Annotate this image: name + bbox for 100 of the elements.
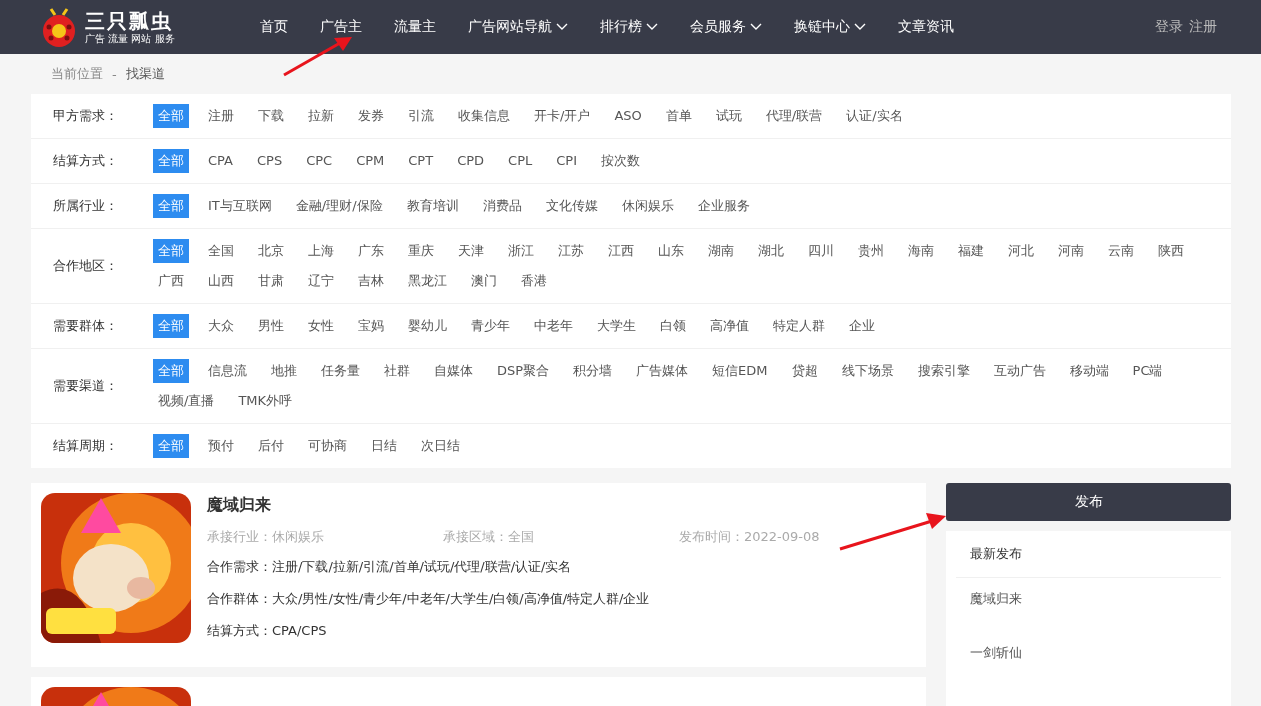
filter-option[interactable]: CPL bbox=[503, 149, 538, 173]
filter-option[interactable]: 高净值 bbox=[705, 314, 754, 338]
logo-text[interactable]: 三只瓢虫 bbox=[85, 9, 175, 32]
filter-option[interactable]: 引流 bbox=[403, 104, 439, 128]
filter-option[interactable]: 文化传媒 bbox=[540, 194, 603, 218]
filter-option[interactable]: 福建 bbox=[953, 239, 989, 263]
latest-link[interactable]: 魔域归来 bbox=[956, 578, 1221, 632]
filter-option[interactable]: ASO bbox=[609, 104, 647, 128]
filter-option[interactable]: 北京 bbox=[253, 239, 289, 263]
filter-option[interactable]: 开卡/开户 bbox=[529, 104, 596, 128]
filter-option[interactable]: 信息流 bbox=[203, 359, 252, 383]
filter-option[interactable]: 黑龙江 bbox=[403, 269, 452, 293]
filter-option[interactable]: 广西 bbox=[153, 269, 189, 293]
filter-option[interactable]: CPM bbox=[351, 149, 390, 173]
filter-option[interactable]: 任务量 bbox=[316, 359, 365, 383]
filter-option[interactable]: 首单 bbox=[660, 104, 697, 128]
filter-option[interactable]: 大众 bbox=[203, 314, 239, 338]
filter-option[interactable]: 四川 bbox=[803, 239, 839, 263]
filter-option[interactable]: 企业 bbox=[844, 314, 880, 338]
filter-option[interactable]: 辽宁 bbox=[303, 269, 339, 293]
filter-option[interactable]: 特定人群 bbox=[768, 314, 830, 338]
filter-option[interactable]: 湖南 bbox=[703, 239, 739, 263]
filter-option[interactable]: 贷超 bbox=[786, 359, 823, 383]
filter-option[interactable]: 海南 bbox=[903, 239, 939, 263]
filter-option[interactable]: 次日结 bbox=[416, 434, 465, 458]
filter-option[interactable]: 试玩 bbox=[710, 104, 747, 128]
filter-option[interactable]: 短信EDM bbox=[707, 359, 773, 383]
filter-option[interactable]: 休闲娱乐 bbox=[616, 194, 679, 218]
filter-option[interactable]: 代理/联营 bbox=[760, 104, 828, 128]
latest-link[interactable]: 一剑斩仙 bbox=[956, 632, 1221, 686]
filter-option[interactable]: 移动端 bbox=[1064, 359, 1114, 383]
filter-option[interactable]: CPS bbox=[252, 149, 288, 173]
filter-option[interactable]: 婴幼儿 bbox=[403, 314, 452, 338]
filter-option[interactable]: 注册 bbox=[203, 104, 239, 128]
filter-option[interactable]: 山东 bbox=[653, 239, 689, 263]
filter-option[interactable]: 教育培训 bbox=[401, 194, 464, 218]
filter-option[interactable]: CPT bbox=[403, 149, 439, 173]
filter-option[interactable]: 中老年 bbox=[529, 314, 578, 338]
filter-option[interactable]: 互动广告 bbox=[988, 359, 1051, 383]
filter-option[interactable]: 甘肃 bbox=[253, 269, 289, 293]
filter-option[interactable]: 视频/直播 bbox=[153, 389, 220, 413]
nav-link[interactable]: 广告主 bbox=[309, 0, 373, 54]
account-link[interactable]: 注册 bbox=[1189, 18, 1217, 36]
nav-link[interactable]: 排行榜 bbox=[589, 0, 669, 54]
filter-option[interactable]: CPI bbox=[551, 149, 583, 173]
filter-option[interactable]: 日结 bbox=[366, 434, 402, 458]
nav-link[interactable]: 会员服务 bbox=[679, 0, 773, 54]
filter-option[interactable]: 企业服务 bbox=[692, 194, 755, 218]
filter-option[interactable]: 澳门 bbox=[466, 269, 502, 293]
filter-option[interactable]: 山西 bbox=[203, 269, 239, 293]
filter-option[interactable]: 线下场景 bbox=[836, 359, 899, 383]
filter-option[interactable]: 湖北 bbox=[753, 239, 789, 263]
filter-option[interactable]: 预付 bbox=[203, 434, 239, 458]
filter-option[interactable]: 拉新 bbox=[303, 104, 339, 128]
filter-option[interactable]: DSP聚合 bbox=[492, 359, 555, 383]
filter-option[interactable]: 广告媒体 bbox=[631, 359, 694, 383]
filter-option[interactable]: 下载 bbox=[253, 104, 289, 128]
filter-option[interactable]: 宝妈 bbox=[353, 314, 389, 338]
nav-link[interactable]: 换链中心 bbox=[783, 0, 877, 54]
filter-option[interactable]: 后付 bbox=[253, 434, 289, 458]
filter-option[interactable]: 河南 bbox=[1053, 239, 1089, 263]
filter-option[interactable]: IT与互联网 bbox=[203, 194, 277, 218]
filter-option[interactable]: PC端 bbox=[1127, 359, 1168, 383]
filter-option[interactable]: 江苏 bbox=[553, 239, 589, 263]
filter-option[interactable]: 按次数 bbox=[596, 149, 646, 173]
filter-option[interactable]: 全国 bbox=[203, 239, 239, 263]
nav-link[interactable]: 流量主 bbox=[383, 0, 447, 54]
filter-option[interactable]: 地推 bbox=[266, 359, 302, 383]
filter-option[interactable]: 收集信息 bbox=[453, 104, 515, 128]
filter-option[interactable]: TMK外呼 bbox=[233, 389, 298, 413]
filter-option[interactable]: 白领 bbox=[655, 314, 691, 338]
filter-option[interactable]: 认证/实名 bbox=[841, 104, 908, 128]
filter-option[interactable]: 陕西 bbox=[1153, 239, 1189, 263]
publish-button[interactable]: 发布 bbox=[946, 483, 1231, 521]
filter-option[interactable]: 自媒体 bbox=[429, 359, 478, 383]
filter-option[interactable]: 上海 bbox=[303, 239, 339, 263]
filter-option[interactable]: 吉林 bbox=[353, 269, 389, 293]
listing-title[interactable]: 魔域归来 bbox=[207, 495, 916, 516]
filter-option[interactable]: 社群 bbox=[379, 359, 415, 383]
filter-option[interactable]: 贵州 bbox=[853, 239, 889, 263]
filter-option[interactable]: 云南 bbox=[1103, 239, 1139, 263]
nav-link[interactable]: 文章资讯 bbox=[887, 0, 965, 54]
filter-option[interactable]: 搜索引擎 bbox=[912, 359, 975, 383]
nav-link[interactable]: 首页 bbox=[249, 0, 299, 54]
filter-option[interactable]: 女性 bbox=[303, 314, 339, 338]
filter-option[interactable]: 积分墙 bbox=[568, 359, 618, 383]
filter-option[interactable]: 重庆 bbox=[403, 239, 439, 263]
filter-option[interactable]: 可协商 bbox=[303, 434, 352, 458]
filter-option[interactable]: 浙江 bbox=[503, 239, 539, 263]
filter-option[interactable]: 河北 bbox=[1003, 239, 1039, 263]
filter-option[interactable]: CPC bbox=[301, 149, 338, 173]
filter-option[interactable]: 大学生 bbox=[592, 314, 641, 338]
filter-option[interactable]: 广东 bbox=[353, 239, 389, 263]
filter-option[interactable]: 江西 bbox=[603, 239, 639, 263]
filter-option[interactable]: 男性 bbox=[253, 314, 289, 338]
filter-option[interactable]: 天津 bbox=[453, 239, 489, 263]
filter-option[interactable]: 发券 bbox=[353, 104, 389, 128]
filter-option[interactable]: 金融/理财/保险 bbox=[290, 194, 388, 218]
filter-option[interactable]: CPA bbox=[203, 149, 238, 173]
filter-option[interactable]: CPD bbox=[452, 149, 490, 173]
